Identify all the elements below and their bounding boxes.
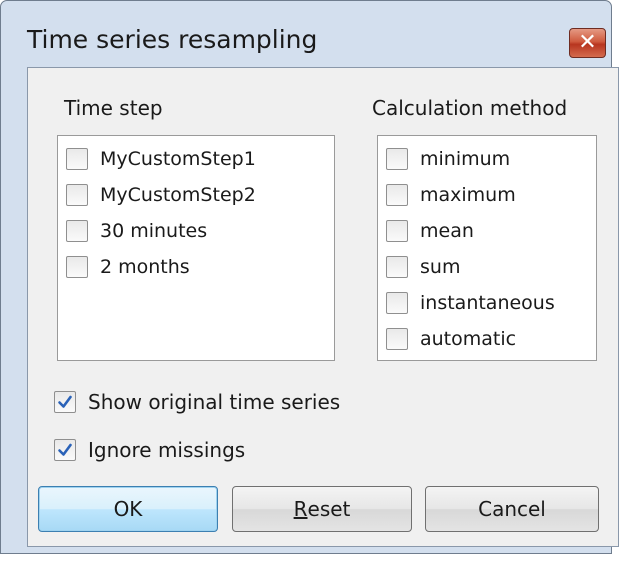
reset-label: eset (307, 497, 351, 521)
calculation-method-item-label: maximum (420, 184, 516, 206)
show-original-checkbox[interactable] (54, 391, 76, 413)
calculation-method-item-label: instantaneous (420, 292, 555, 314)
calculation-method-item[interactable]: mean (386, 213, 474, 249)
checkbox[interactable] (66, 184, 88, 206)
checkbox[interactable] (66, 220, 88, 242)
time-step-item-label: MyCustomStep1 (100, 148, 256, 170)
check-icon (58, 395, 72, 408)
time-step-item[interactable]: 30 minutes (66, 213, 207, 249)
time-step-item-label: MyCustomStep2 (100, 184, 256, 206)
time-step-item[interactable]: 2 months (66, 249, 190, 285)
close-button[interactable]: ✕ (569, 28, 606, 58)
time-step-item-label: 30 minutes (100, 220, 208, 242)
ignore-missings-checkbox[interactable] (54, 439, 76, 461)
calculation-method-label: Calculation method (372, 96, 568, 120)
ignore-missings-label: Ignore missings (88, 438, 246, 462)
resampling-dialog: Time series resampling ✕ Time step Calcu… (0, 0, 619, 554)
reset-accelerator: R (293, 497, 308, 521)
show-original-option[interactable]: Show original time series (54, 390, 340, 414)
time-step-label: Time step (64, 96, 163, 120)
calculation-method-item-label: automatic (420, 328, 517, 350)
time-step-item[interactable]: MyCustomStep1 (66, 141, 256, 177)
time-step-item[interactable]: MyCustomStep2 (66, 177, 256, 213)
window-title: Time series resampling (27, 25, 318, 54)
close-icon: ✕ (578, 30, 597, 55)
reset-button[interactable]: Reset (232, 486, 412, 532)
calculation-method-item[interactable]: sum (386, 249, 460, 285)
checkbox[interactable] (66, 148, 88, 170)
time-step-item-label: 2 months (100, 256, 190, 278)
checkbox[interactable] (386, 148, 408, 170)
checkbox[interactable] (386, 292, 408, 314)
calculation-method-item[interactable]: automatic (386, 321, 516, 357)
checkbox[interactable] (386, 328, 408, 350)
ignore-missings-option[interactable]: Ignore missings (54, 438, 245, 462)
time-step-list[interactable]: MyCustomStep1 MyCustomStep2 30 minutes 2… (57, 135, 335, 361)
calculation-method-item-label: minimum (420, 148, 511, 170)
calculation-method-item[interactable]: maximum (386, 177, 516, 213)
checkbox[interactable] (386, 184, 408, 206)
calculation-method-item-label: mean (420, 220, 474, 242)
checkbox[interactable] (386, 220, 408, 242)
calculation-method-list[interactable]: minimum maximum mean sum instantaneous a… (377, 135, 597, 361)
check-icon (58, 443, 72, 456)
show-original-label: Show original time series (88, 390, 341, 414)
cancel-button[interactable]: Cancel (425, 486, 599, 532)
checkbox[interactable] (386, 256, 408, 278)
calculation-method-item[interactable]: instantaneous (386, 285, 555, 321)
checkbox[interactable] (66, 256, 88, 278)
calculation-method-item[interactable]: minimum (386, 141, 510, 177)
ok-button[interactable]: OK (38, 486, 218, 532)
dialog-content: Time step Calculation method MyCustomSte… (27, 67, 619, 547)
calculation-method-item-label: sum (420, 256, 461, 278)
